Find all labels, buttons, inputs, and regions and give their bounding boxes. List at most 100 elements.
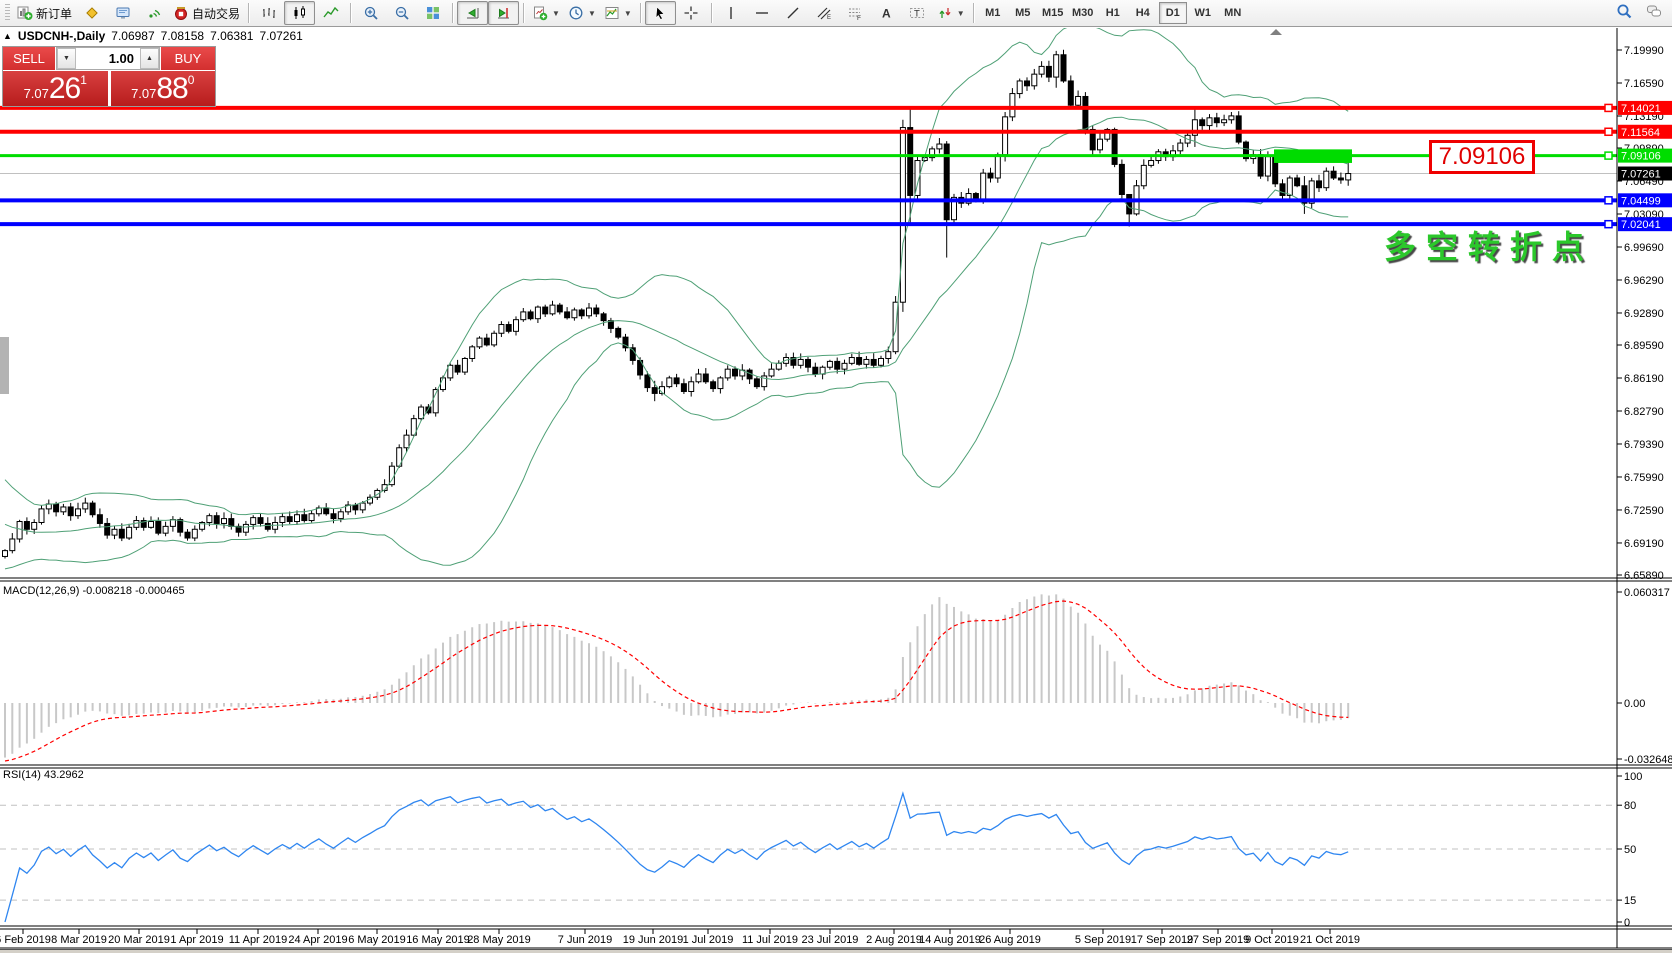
svg-text:15: 15 (1624, 895, 1636, 907)
sell-button[interactable]: SELL (3, 47, 55, 70)
svg-text:80: 80 (1624, 800, 1636, 812)
bar-chart-button[interactable] (253, 1, 284, 25)
signals-button[interactable] (138, 1, 169, 25)
label-icon: T (909, 5, 925, 21)
new-order-button-label: 新订单 (36, 5, 72, 22)
buy-price-small: 7.07 (131, 84, 156, 104)
timeframe-m5-button[interactable]: M5 (1009, 2, 1037, 24)
search-icon[interactable] (1616, 3, 1632, 24)
fibonacci-button[interactable]: F (840, 1, 871, 25)
resistance-line-1-price-chip: 7.14021 (1618, 101, 1672, 115)
tile-windows-button[interactable] (417, 1, 448, 25)
date-tick-label: 28 May 2019 (467, 934, 531, 946)
timeframe-w1-button[interactable]: W1 (1189, 2, 1217, 24)
support-line-1-anchor[interactable] (1605, 197, 1612, 204)
channel-button[interactable]: E (809, 1, 840, 25)
text-button[interactable]: A (871, 1, 902, 25)
pivot-line-anchor[interactable] (1605, 152, 1612, 159)
vertical-line-button[interactable] (716, 1, 747, 25)
svg-text:100: 100 (1624, 771, 1642, 783)
bars-icon (261, 5, 277, 21)
chart-area[interactable]: 7.199907.165907.131907.098907.064907.030… (0, 28, 1672, 952)
date-tick-label: 16 May 2019 (406, 934, 470, 946)
sell-price-button[interactable]: 7.07261 (3, 71, 108, 106)
periods-button[interactable]: ▼ (564, 1, 600, 25)
volume-decrease-button[interactable]: ▼ (57, 48, 76, 69)
chevron-down-icon[interactable]: ▼ (624, 9, 632, 18)
volume-increase-button[interactable]: ▲ (140, 48, 159, 69)
date-tick-label: 7 Jun 2019 (558, 934, 612, 946)
auto-scroll-button[interactable] (457, 1, 488, 25)
resistance-line-2-anchor[interactable] (1605, 128, 1612, 135)
autotrading-button-label: 自动交易 (192, 5, 240, 22)
periods-icon (568, 5, 584, 21)
main-chart-panel[interactable] (0, 28, 1617, 569)
chart-shift-button[interactable] (488, 1, 519, 25)
crosshair-button[interactable] (676, 1, 707, 25)
chinese-annotation[interactable]: 多空转折点 (1384, 222, 1619, 268)
timeframe-mn-button[interactable]: MN (1219, 2, 1247, 24)
timeframe-m30-button[interactable]: M30 (1069, 2, 1097, 24)
horizontal-lines[interactable] (0, 104, 1617, 227)
collapse-panel-icon[interactable]: ▲ (3, 31, 12, 41)
zoom-in-icon (363, 5, 379, 21)
pivot-line-price-chip: 7.09106 (1618, 149, 1672, 163)
chart-shift-icon (496, 5, 512, 21)
date-axis[interactable]: 6 Feb 20198 Mar 201920 Mar 20191 Apr 201… (0, 929, 1360, 946)
date-tick-label: 11 Jul 2019 (742, 934, 798, 946)
buy-price-sup: 0 (188, 74, 195, 86)
date-tick-label: 5 Sep 2019 (1075, 934, 1131, 946)
new-order-button[interactable]: 新订单 (13, 1, 76, 25)
svg-text:7.09106: 7.09106 (1621, 151, 1661, 163)
volume-input[interactable]: 1.00 (76, 48, 140, 69)
trendline-button[interactable] (778, 1, 809, 25)
timeframe-d1-button[interactable]: D1 (1159, 2, 1187, 24)
timeframe-h4-button[interactable]: H4 (1129, 2, 1157, 24)
autotrading-button[interactable]: 自动交易 (169, 1, 244, 25)
text-icon: A (878, 5, 894, 21)
quote-high: 7.08158 (161, 29, 204, 43)
macd-indicator-label: MACD(12,26,9) -0.008218 -0.000465 (3, 585, 185, 597)
support-line-2-price-chip: 7.02041 (1618, 217, 1672, 231)
svg-text:0.060317: 0.060317 (1624, 587, 1670, 599)
chevron-down-icon[interactable]: ▼ (957, 9, 965, 18)
buy-price-button[interactable]: 7.07880 (111, 71, 216, 106)
date-tick-label: 6 May 2019 (348, 934, 405, 946)
svg-text:7.14021: 7.14021 (1621, 103, 1661, 115)
candles[interactable] (3, 50, 1351, 559)
terminal-button[interactable] (107, 1, 138, 25)
zoom-out-button[interactable] (386, 1, 417, 25)
buy-button[interactable]: BUY (161, 47, 215, 70)
line-chart-button[interactable] (315, 1, 346, 25)
date-tick-label: 11 Apr 2019 (229, 934, 288, 946)
templates-button[interactable]: ▼ (600, 1, 636, 25)
indicators-button[interactable]: ▼ (528, 1, 564, 25)
svg-text:0.00: 0.00 (1624, 698, 1645, 710)
toolbar-right (1616, 3, 1662, 24)
toolbar-separator (640, 3, 641, 23)
chevron-down-icon[interactable]: ▼ (588, 9, 596, 18)
resistance-line-1-anchor[interactable] (1605, 104, 1612, 111)
chat-icon[interactable] (1646, 3, 1662, 24)
timeframe-h1-button[interactable]: H1 (1099, 2, 1127, 24)
timeframe-m1-button[interactable]: M1 (979, 2, 1007, 24)
candlestick-button[interactable] (284, 1, 315, 25)
svg-text:7.19990: 7.19990 (1624, 45, 1664, 57)
highlight-rectangle[interactable] (1274, 149, 1352, 163)
new-order-icon (17, 5, 33, 21)
arrows-button[interactable]: ▼ (933, 1, 969, 25)
chevron-down-icon[interactable]: ▼ (552, 9, 560, 18)
mql-editor-button[interactable] (76, 1, 107, 25)
timeframe-m15-button[interactable]: M15 (1039, 2, 1067, 24)
svg-text:6.96290: 6.96290 (1624, 275, 1664, 287)
zoom-in-button[interactable] (355, 1, 386, 25)
price-callout-box[interactable]: 7.09106 (1429, 140, 1535, 174)
cursor-button[interactable] (645, 1, 676, 25)
rsi-panel[interactable] (0, 793, 1617, 922)
date-tick-label: 20 Mar 2019 (108, 934, 170, 946)
chart-shift-marker[interactable] (1270, 29, 1282, 35)
horizontal-line-button[interactable] (747, 1, 778, 25)
label-button[interactable]: T (902, 1, 933, 25)
macd-panel[interactable] (5, 594, 1348, 761)
rsi-line (5, 793, 1348, 922)
